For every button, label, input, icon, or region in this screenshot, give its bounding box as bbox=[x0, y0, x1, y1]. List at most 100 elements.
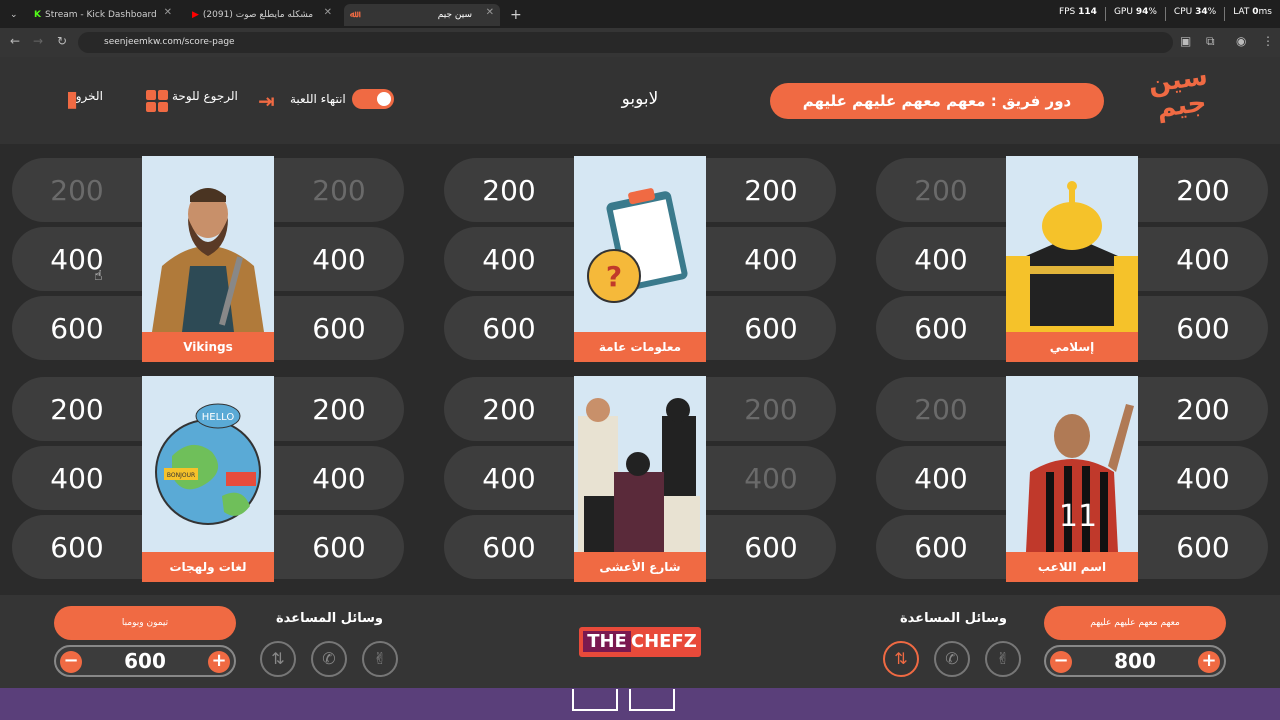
helpers-title: وسائل المساعدة bbox=[900, 611, 1007, 626]
value-button[interactable]: 200 bbox=[706, 158, 836, 222]
value-button[interactable]: 200 bbox=[444, 158, 574, 222]
two-answers-icon[interactable]: ✌ bbox=[362, 641, 398, 677]
value-button[interactable]: 200 bbox=[1138, 158, 1268, 222]
value-button[interactable]: 600 bbox=[274, 515, 404, 579]
back-icon[interactable]: ← bbox=[10, 34, 20, 48]
tab-title: سين جيم bbox=[437, 10, 472, 20]
right-team-score: − 800 + bbox=[1044, 645, 1226, 677]
value-button[interactable]: 400 bbox=[444, 227, 574, 291]
kick-icon: K bbox=[34, 10, 41, 20]
value-button[interactable]: 400 bbox=[274, 227, 404, 291]
value-button[interactable]: 400 bbox=[274, 446, 404, 510]
menu-icon[interactable]: ⋮ bbox=[1262, 34, 1274, 48]
call-friend-icon[interactable]: ⇅ bbox=[883, 641, 919, 677]
board: 200 400 600 Vikings 200 400 600 200 400 … bbox=[0, 144, 1280, 595]
left-team-name[interactable]: تيمون وبومبا bbox=[54, 606, 236, 640]
value-button[interactable]: 200 bbox=[444, 377, 574, 441]
game-header: سين جيم دور فريق : معهم معهم عليهم عليهم… bbox=[0, 57, 1280, 144]
value-button[interactable]: 200 bbox=[274, 377, 404, 441]
mosque-illustration bbox=[1006, 156, 1138, 332]
right-team-name[interactable]: معهم معهم عليهم عليهم bbox=[1044, 606, 1226, 640]
value-button[interactable]: 200 bbox=[876, 158, 1006, 222]
value-button[interactable]: 400 bbox=[12, 227, 142, 291]
close-icon[interactable]: ✕ bbox=[164, 7, 172, 18]
new-tab-icon[interactable]: + bbox=[504, 4, 522, 26]
score-value: 600 bbox=[124, 649, 166, 673]
value-button[interactable]: 400 bbox=[706, 227, 836, 291]
youtube-icon: ▶ bbox=[192, 10, 199, 20]
close-icon[interactable]: ✕ bbox=[486, 7, 494, 18]
value-button[interactable]: 600 bbox=[876, 296, 1006, 360]
value-button[interactable]: 200 bbox=[876, 377, 1006, 441]
tab-youtube[interactable]: ▶ (2091) حل مشكله مايطلع صوت ✕ bbox=[186, 4, 338, 26]
category-label: لغات ولهجات bbox=[142, 552, 274, 582]
reload-icon[interactable]: ↻ bbox=[57, 34, 67, 48]
minus-button[interactable]: − bbox=[1050, 651, 1072, 673]
category-card-general: ? معلومات عامة bbox=[574, 156, 706, 362]
value-button[interactable]: 200 bbox=[706, 377, 836, 441]
minus-button[interactable]: − bbox=[60, 651, 82, 673]
fps-label: FPS bbox=[1058, 7, 1076, 17]
value-button[interactable]: 600 bbox=[444, 296, 574, 360]
phone-icon[interactable]: ✆ bbox=[311, 641, 347, 677]
cpu-value: 34 bbox=[1195, 7, 1208, 17]
value-button[interactable]: 600 bbox=[12, 515, 142, 579]
gpu-label: GPU bbox=[1113, 7, 1133, 17]
cpu-label: CPU bbox=[1173, 7, 1193, 17]
back-to-board-button[interactable]: الرجوع للوحة bbox=[172, 89, 244, 103]
value-button[interactable]: 600 bbox=[274, 296, 404, 360]
game-name: لابوبو bbox=[621, 89, 659, 109]
value-button[interactable]: 400 bbox=[1138, 446, 1268, 510]
two-answers-icon[interactable]: ✌ bbox=[985, 641, 1021, 677]
left-team-score: − 600 + bbox=[54, 645, 236, 677]
lat-value: 0 bbox=[1252, 7, 1259, 17]
seenjeem-favicon-icon: ﷲ bbox=[350, 10, 356, 20]
call-friend-icon[interactable]: ⇅ bbox=[260, 641, 296, 677]
category-card-asha-street: شارع الأعشى bbox=[574, 376, 706, 582]
extension-icon[interactable]: ▣ bbox=[1180, 34, 1191, 48]
value-button[interactable]: 400 bbox=[12, 446, 142, 510]
end-game-button[interactable]: انتهاء اللعبة bbox=[290, 89, 394, 109]
phone-icon[interactable]: ✆ bbox=[934, 641, 970, 677]
tab-kick[interactable]: K Stream - Kick Dashboard ✕ bbox=[28, 4, 178, 26]
value-button[interactable]: 600 bbox=[1138, 296, 1268, 360]
value-button[interactable]: 600 bbox=[706, 515, 836, 579]
puzzle-icon[interactable]: ⧉ bbox=[1206, 34, 1215, 49]
clipboard-illustration: ? bbox=[574, 156, 706, 332]
value-button[interactable]: 600 bbox=[12, 296, 142, 360]
value-button[interactable]: 600 bbox=[876, 515, 1006, 579]
globe-illustration: HELLO BONJOUR bbox=[142, 376, 274, 552]
value-button[interactable]: 600 bbox=[706, 296, 836, 360]
value-button[interactable]: 400 bbox=[444, 446, 574, 510]
value-button[interactable]: 200 bbox=[274, 158, 404, 222]
value-button[interactable]: 200 bbox=[12, 377, 142, 441]
profile-icon[interactable]: ◉ bbox=[1236, 34, 1246, 48]
turn-indicator: دور فريق : معهم معهم عليهم عليهم bbox=[770, 83, 1104, 119]
browser-tab-strip: ⌄ K Stream - Kick Dashboard ✕ ▶ (2091) ح… bbox=[0, 0, 1280, 28]
value-button[interactable]: 400 bbox=[1138, 227, 1268, 291]
url-input[interactable]: seenjeemkw.com/score-page bbox=[78, 32, 1173, 53]
category-label: إسلامي bbox=[1006, 332, 1138, 362]
value-button[interactable]: 600 bbox=[1138, 515, 1268, 579]
category-card-vikings: Vikings bbox=[142, 156, 274, 362]
score-value: 800 bbox=[1114, 649, 1156, 673]
end-game-toggle[interactable] bbox=[351, 89, 394, 109]
value-button[interactable]: 600 bbox=[444, 515, 574, 579]
tab-seenjeem[interactable]: ﷲ سين جيم ✕ bbox=[344, 4, 500, 26]
close-icon[interactable]: ✕ bbox=[324, 7, 332, 18]
forward-icon[interactable]: → bbox=[33, 34, 43, 48]
value-button[interactable]: 400 bbox=[876, 227, 1006, 291]
footballer-illustration: 11 bbox=[1006, 376, 1138, 552]
sponsor-logo: THE CHEFZ bbox=[579, 627, 701, 657]
value-button[interactable]: 400 bbox=[876, 446, 1006, 510]
tab-menu-icon[interactable]: ⌄ bbox=[4, 4, 24, 26]
bonjour-bubble-text: BONJOUR bbox=[167, 472, 195, 479]
mouse-cursor-icon: ☝ bbox=[94, 268, 103, 284]
value-button[interactable]: 200 bbox=[1138, 377, 1268, 441]
overlay-frame bbox=[629, 689, 675, 711]
plus-button[interactable]: + bbox=[208, 651, 230, 673]
value-button[interactable]: 400 bbox=[706, 446, 836, 510]
value-button[interactable]: 200 bbox=[12, 158, 142, 222]
performance-overlay: FPS 114 GPU 94% CPU 34% LAT 0ms bbox=[1059, 7, 1272, 21]
plus-button[interactable]: + bbox=[1198, 651, 1220, 673]
